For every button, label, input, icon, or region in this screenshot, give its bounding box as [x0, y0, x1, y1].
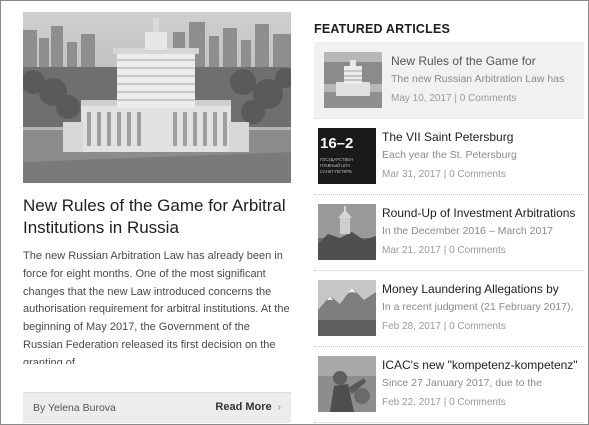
featured-item-meta: Mar 31, 2017 | 0 Comments — [382, 169, 506, 180]
featured-item-title[interactable]: The VII Saint Petersburg — [382, 129, 582, 145]
main-article-footer: By Yelena Burova Read More › — [23, 392, 291, 423]
banner-line-1: ГОСУДАРСТВЕН — [320, 157, 353, 162]
chevron-right-icon: › — [277, 402, 281, 413]
featured-articles: FEATURED ARTICLES New Rules of the Game … — [314, 1, 584, 424]
main-article-excerpt: The new Russian Arbitration Law has alre… — [23, 250, 290, 364]
featured-item-meta: Feb 22, 2017 | 0 Comments — [382, 397, 506, 408]
main-article-image[interactable] — [23, 12, 291, 183]
featured-item-thumbnail: 16–2 ГОСУДАРСТВЕН ГЛАВНЫЙ ШТА САНКТ-ПЕТЕ… — [318, 128, 376, 184]
featured-item-excerpt: Each year the St. Petersburg — [382, 149, 517, 161]
featured-item-meta: Feb 28, 2017 | 0 Comments — [382, 321, 506, 332]
banner-line-3: САНКТ-ПЕТЕРБ — [320, 169, 352, 174]
section-heading: FEATURED ARTICLES — [314, 22, 451, 36]
featured-item[interactable]: 16–2 ГОСУДАРСТВЕН ГЛАВНЫЙ ШТА САНКТ-ПЕТЕ… — [314, 118, 584, 195]
featured-item-thumbnail — [324, 52, 382, 108]
featured-item-title[interactable]: New Rules of the Game for — [391, 53, 583, 69]
page-frame: New Rules of the Game for Arbitral Insti… — [0, 0, 589, 425]
featured-item[interactable]: Money Laundering Allegations by In a rec… — [314, 270, 584, 347]
featured-item-excerpt: In a recent judgment (21 February 2017), — [382, 301, 574, 313]
featured-item-excerpt: Since 27 January 2017, due to the — [382, 377, 542, 389]
featured-item-title[interactable]: Money Laundering Allegations by — [382, 281, 582, 297]
featured-item-title[interactable]: ICAC's new "kompetenz-kompetenz" — [382, 357, 582, 373]
main-article-title[interactable]: New Rules of the Game for Arbitral Insti… — [23, 195, 291, 239]
featured-item-meta: Mar 21, 2017 | 0 Comments — [382, 245, 506, 256]
featured-item-meta: May 10, 2017 | 0 Comments — [391, 93, 517, 104]
banner-line-2: ГЛАВНЫЙ ШТА — [320, 163, 351, 168]
read-more-link[interactable]: Read More › — [215, 401, 281, 413]
featured-item-excerpt: In the December 2016 – March 2017 — [382, 225, 554, 237]
featured-item[interactable]: New Rules of the Game for The new Russia… — [314, 42, 584, 119]
author-name: By Yelena Burova — [33, 402, 116, 414]
featured-item-excerpt: The new Russian Arbitration Law has — [391, 73, 565, 85]
read-more-label: Read More — [215, 401, 272, 413]
featured-item-thumbnail — [318, 280, 376, 336]
featured-item-thumbnail — [318, 204, 376, 260]
featured-item-title[interactable]: Round-Up of Investment Arbitrations — [382, 205, 582, 221]
featured-item[interactable]: ICAC's new "kompetenz-kompetenz" Since 2… — [314, 346, 584, 423]
banner-title-text: 16–2 — [320, 135, 353, 152]
featured-item-thumbnail — [318, 356, 376, 412]
featured-item[interactable]: Round-Up of Investment Arbitrations In t… — [314, 194, 584, 271]
